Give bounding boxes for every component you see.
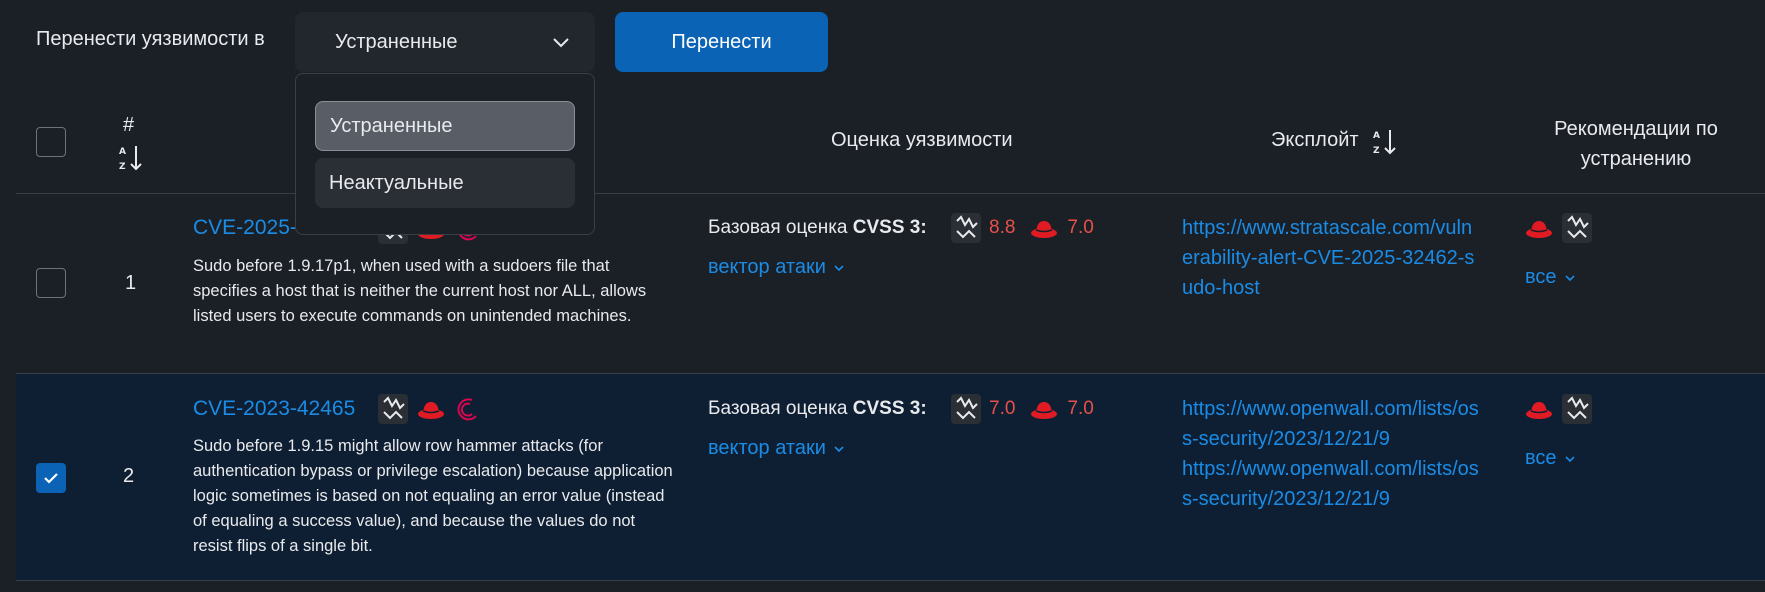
recommendations-header-line1: Рекомендации по	[1554, 118, 1718, 140]
exploit-link[interactable]: https://www.openwall.com/lists/oss-secur…	[1182, 394, 1482, 454]
redhat-icon	[1031, 402, 1058, 419]
nvd-icon	[1562, 213, 1592, 243]
svg-text:Z: Z	[1373, 146, 1380, 156]
debian-icon	[457, 398, 477, 421]
cvss-label-bold: CVSS 3:	[852, 398, 927, 419]
redhat-icon	[1526, 221, 1552, 238]
sort-az-icon[interactable]: A Z	[118, 143, 144, 173]
dropdown-option-resolved[interactable]: Устраненные	[315, 101, 575, 151]
recommendation-sources	[1524, 213, 1592, 243]
redhat-icon	[1031, 221, 1058, 238]
recommendation-sources	[1524, 394, 1592, 424]
nvd-icon	[1562, 394, 1592, 424]
row-checkbox[interactable]	[36, 268, 66, 298]
nvd-icon	[951, 394, 981, 424]
status-select[interactable]: Устраненные	[295, 12, 595, 72]
svg-text:Z: Z	[119, 162, 126, 172]
redhat-score: 7.0	[1067, 398, 1094, 419]
recommendations-all-label: все	[1525, 266, 1557, 288]
score-values: 7.0 7.0	[951, 394, 1094, 424]
redhat-score: 7.0	[1067, 217, 1094, 238]
column-score-header: Оценка уязвимости	[831, 129, 1013, 151]
recommendations-all-toggle[interactable]: все	[1525, 447, 1577, 470]
exploit-link[interactable]: https://www.openwall.com/lists/oss-secur…	[1182, 454, 1482, 514]
cve-description: Sudo before 1.9.15 might allow row hamme…	[193, 437, 673, 555]
column-number-header: #	[123, 114, 135, 136]
header-divider	[16, 193, 1765, 194]
svg-text:A: A	[1373, 131, 1380, 141]
chevron-down-icon	[1564, 274, 1575, 281]
attack-vector-label: вектор атаки	[708, 437, 826, 459]
nvd-icon	[951, 213, 981, 243]
select-all-checkbox[interactable]	[36, 127, 66, 157]
move-button[interactable]: Перенести	[615, 12, 828, 72]
row-number: 1	[125, 272, 137, 294]
cve-description: Sudo before 1.9.17p1, when used with a s…	[193, 257, 647, 325]
svg-text:A: A	[119, 147, 126, 157]
cvss-score-label: Базовая оценка CVSS 3:	[708, 217, 927, 239]
status-dropdown-menu: Устраненные Неактуальные	[295, 73, 595, 235]
attack-vector-label: вектор атаки	[708, 256, 826, 278]
nvd-score: 7.0	[989, 398, 1016, 419]
row-divider	[16, 580, 1765, 581]
attack-vector-toggle[interactable]: вектор атаки	[708, 437, 846, 460]
nvd-icon	[378, 394, 408, 424]
column-recommendations-header: Рекомендации по устранению	[1520, 114, 1752, 174]
cvss-label-text: Базовая оценка	[708, 217, 853, 238]
recommendations-all-label: все	[1525, 447, 1557, 469]
score-values: 8.8 7.0	[951, 213, 1094, 243]
column-exploit-header: Эксплойт	[1271, 129, 1359, 151]
checkmark-icon	[44, 473, 58, 484]
row-checkbox[interactable]	[36, 463, 66, 493]
chevron-down-icon	[834, 264, 844, 271]
recommendations-all-toggle[interactable]: все	[1525, 266, 1577, 289]
chevron-down-icon	[553, 38, 569, 48]
exploit-sort-icon[interactable]: A Z	[1372, 127, 1398, 157]
cvss-label-bold: CVSS 3:	[852, 217, 927, 238]
nvd-score: 8.8	[989, 217, 1016, 238]
row-number: 2	[123, 465, 135, 487]
attack-vector-toggle[interactable]: вектор атаки	[708, 256, 846, 279]
chevron-down-icon	[1564, 455, 1575, 462]
source-icons	[378, 394, 484, 424]
cve-link[interactable]: CVE-2023-42465	[193, 397, 355, 421]
cvss-label-text: Базовая оценка	[708, 398, 853, 419]
redhat-icon	[418, 402, 444, 419]
status-select-value: Устраненные	[335, 30, 458, 53]
chevron-down-icon	[834, 445, 844, 452]
redhat-icon	[1526, 402, 1552, 419]
dropdown-option-irrelevant[interactable]: Неактуальные	[315, 158, 575, 208]
move-vulnerabilities-label: Перенести уязвимости в	[36, 28, 265, 50]
cvss-score-label: Базовая оценка CVSS 3:	[708, 398, 927, 420]
exploit-link[interactable]: https://www.stratascale.com/vulnerabilit…	[1182, 213, 1482, 303]
recommendations-header-line2: устранению	[1580, 148, 1692, 170]
